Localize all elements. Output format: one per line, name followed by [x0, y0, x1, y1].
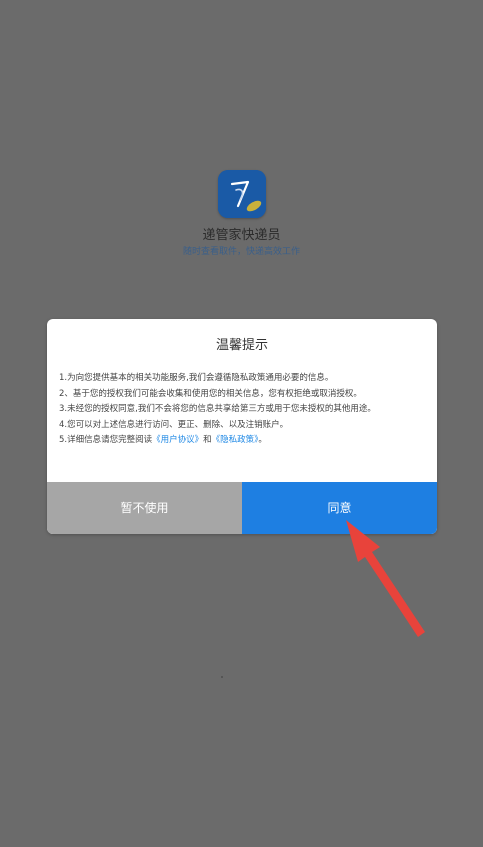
- reject-button[interactable]: 暂不使用: [47, 482, 242, 534]
- divider-dot: [221, 676, 223, 678]
- line5-and: 和: [203, 435, 212, 445]
- app-header: 递管家快递员 随时查看取件，快递高效工作: [0, 170, 483, 258]
- app-slogan: 随时查看取件，快递高效工作: [182, 247, 300, 257]
- dialog-line-1: 1.为向您提供基本的相关功能服务,我们会遵循隐私政策通用必要的信息。: [59, 373, 334, 383]
- line5-suffix: 。: [258, 435, 267, 445]
- agree-button[interactable]: 同意: [242, 482, 437, 534]
- dialog-line-3: 3.未经您的授权同意,我们不会将您的信息共享给第三方或用于您未授权的其他用途。: [59, 404, 376, 414]
- app-logo-icon: [217, 170, 266, 218]
- privacy-dialog: 温馨提示 1.为向您提供基本的相关功能服务,我们会遵循隐私政策通用必要的信息。 …: [47, 319, 437, 534]
- dialog-line-4: 4.您可以对上述信息进行访问、更正、删除、以及注销账户。: [59, 419, 289, 430]
- dialog-line-2: 2、基于您的授权我们可能会收集和使用您的相关信息，您有权拒绝或取消授权。: [59, 388, 362, 399]
- user-agreement-link[interactable]: 《用户协议》: [152, 435, 203, 445]
- privacy-policy-link[interactable]: 《隐私政策》: [212, 435, 259, 445]
- dialog-title: 温馨提示: [215, 338, 268, 353]
- line5-prefix: 5.详细信息请您完整阅读: [59, 435, 153, 445]
- dialog-line-5: 5.详细信息请您完整阅读《用户协议》和《隐私政策》。: [59, 433, 429, 449]
- app-name: 递管家快递员: [202, 228, 281, 243]
- dialog-body: 1.为向您提供基本的相关功能服务,我们会遵循隐私政策通用必要的信息。 2、基于您…: [59, 371, 429, 449]
